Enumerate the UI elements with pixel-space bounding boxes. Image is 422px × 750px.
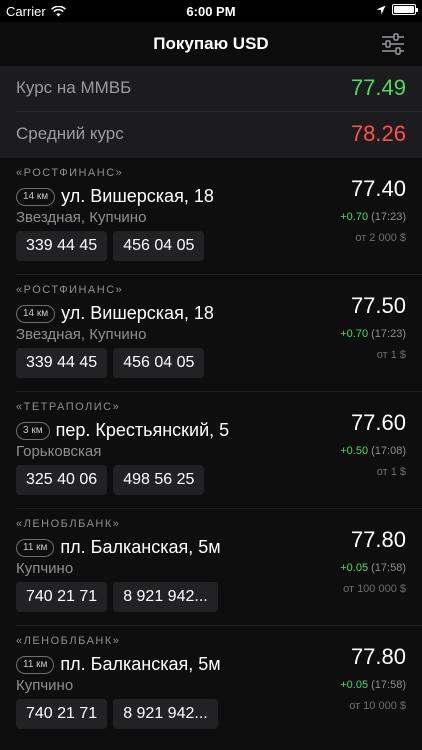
metro-stations: Звездная, Купчино xyxy=(16,209,147,226)
price-delta: +0.05 xyxy=(340,679,369,691)
location-arrow-icon xyxy=(376,5,386,14)
distance-badge: 14 км xyxy=(16,187,56,206)
sliders-icon xyxy=(382,33,404,55)
price-delta: +0.70 xyxy=(340,328,369,340)
update-time: (17:58) xyxy=(371,562,406,574)
phone-button[interactable]: 8 921 942... xyxy=(113,699,218,729)
offer-card[interactable]: «ТЕТРАПОЛИС» 3 км пер. Крестьянский, 5 Г… xyxy=(0,392,422,509)
address-text: ул. Вишерская, 18 xyxy=(61,186,214,206)
price-delta: +0.70 xyxy=(340,211,369,223)
rate-row-mmvb: Курс на ММВБ 77.49 xyxy=(0,66,422,112)
distance-badge: 11 км xyxy=(16,538,55,557)
price-delta: +0.50 xyxy=(340,445,369,457)
phone-button[interactable]: 456 04 05 xyxy=(113,348,205,378)
phone-button[interactable]: 740 21 71 xyxy=(16,699,108,729)
min-amount: от 1 $ xyxy=(376,466,406,478)
address-line: 3 км пер. Крестьянский, 5 xyxy=(16,420,229,441)
address-text: пл. Балканская, 5м xyxy=(60,537,221,557)
battery-level xyxy=(394,6,414,13)
metro-stations: Купчино xyxy=(16,560,74,577)
bank-name: «ТЕТРАПОЛИС» xyxy=(16,401,121,413)
phone-button[interactable]: 740 21 71 xyxy=(16,582,108,612)
price-change: +0.05 (17:58) xyxy=(340,562,406,574)
update-time: (17:58) xyxy=(371,679,406,691)
status-bar: Carrier 6:00 PM xyxy=(0,0,422,22)
distance-badge: 14 км xyxy=(16,304,56,323)
distance-badge: 11 км xyxy=(16,655,55,674)
address-line: 14 км ул. Вишерская, 18 xyxy=(16,303,214,324)
metro-stations: Купчино xyxy=(16,677,74,694)
bank-name: «РОСТФИНАНС» xyxy=(16,167,124,179)
bank-name: «ЛЕНОБЛБАНК» xyxy=(16,518,121,530)
address-line: 11 км пл. Балканская, 5м xyxy=(16,537,221,558)
phone-buttons: 740 21 71 8 921 942... xyxy=(16,582,218,612)
phone-buttons: 339 44 45 456 04 05 xyxy=(16,348,205,378)
page-title: Покупаю USD xyxy=(153,34,269,53)
phone-button[interactable]: 456 04 05 xyxy=(113,231,205,261)
price-change: +0.70 (17:23) xyxy=(340,328,406,340)
rate-label: Курс на ММВБ xyxy=(16,78,132,97)
rate-label: Средний курс xyxy=(16,124,124,143)
offer-price: 77.40 xyxy=(350,176,406,201)
min-amount: от 2 000 $ xyxy=(355,232,406,244)
update-time: (17:23) xyxy=(371,328,406,340)
price-change: +0.50 (17:08) xyxy=(340,445,406,457)
min-amount: от 10 000 $ xyxy=(349,700,406,712)
rate-value: 78.26 xyxy=(350,121,406,146)
phone-buttons: 325 40 06 498 56 25 xyxy=(16,465,205,495)
offer-price: 77.80 xyxy=(350,644,406,669)
offer-card[interactable]: «РОСТФИНАНС» 14 км ул. Вишерская, 18 Зве… xyxy=(0,275,422,392)
phone-button[interactable]: 498 56 25 xyxy=(113,465,205,495)
rate-row-average: Средний курс 78.26 xyxy=(0,112,422,158)
address-line: 14 км ул. Вишерская, 18 xyxy=(16,186,214,207)
offer-card[interactable]: «ЛЕНОБЛБАНК» 11 км пл. Балканская, 5м Ку… xyxy=(0,509,422,626)
phone-button[interactable]: 339 44 45 xyxy=(16,348,108,378)
battery-icon xyxy=(392,4,418,15)
bank-name: «ЛЕНОБЛБАНК» xyxy=(16,635,121,647)
address-text: пл. Балканская, 5м xyxy=(60,654,221,674)
offer-card[interactable]: «ЛЕНОБЛБАНК» 11 км пл. Балканская, 5м Ку… xyxy=(0,626,422,743)
address-text: пер. Крестьянский, 5 xyxy=(55,420,230,440)
filter-button[interactable] xyxy=(380,31,406,57)
price-change: +0.70 (17:23) xyxy=(340,211,406,223)
status-time: 6:00 PM xyxy=(186,4,236,19)
phone-button[interactable]: 339 44 45 xyxy=(16,231,108,261)
offer-price: 77.50 xyxy=(350,293,406,318)
rate-value: 77.49 xyxy=(350,75,406,100)
offer-price: 77.80 xyxy=(350,527,406,552)
distance-badge: 3 км xyxy=(16,421,50,440)
offer-card[interactable]: «РОСТФИНАНС» 14 км ул. Вишерская, 18 Зве… xyxy=(0,158,422,275)
address-text: ул. Вишерская, 18 xyxy=(61,303,214,323)
offer-price: 77.60 xyxy=(350,410,406,435)
price-delta: +0.05 xyxy=(340,562,369,574)
min-amount: от 100 000 $ xyxy=(343,583,406,595)
phone-button[interactable]: 8 921 942... xyxy=(113,582,218,612)
update-time: (17:08) xyxy=(371,445,406,457)
update-time: (17:23) xyxy=(371,211,406,223)
offers-list[interactable]: Курс на ММВБ 77.49 Средний курс 78.26 «Р… xyxy=(0,66,422,750)
phone-buttons: 740 21 71 8 921 942... xyxy=(16,699,218,729)
phone-button[interactable]: 325 40 06 xyxy=(16,465,108,495)
bank-name: «РОСТФИНАНС» xyxy=(16,284,124,296)
min-amount: от 1 $ xyxy=(376,349,406,361)
metro-stations: Звездная, Купчино xyxy=(16,326,147,343)
price-change: +0.05 (17:58) xyxy=(340,679,406,691)
metro-stations: Горьковская xyxy=(16,443,102,460)
status-right xyxy=(376,4,418,15)
address-line: 11 км пл. Балканская, 5м xyxy=(16,654,221,675)
phone-buttons: 339 44 45 456 04 05 xyxy=(16,231,205,261)
navigation-bar: Покупаю USD xyxy=(0,22,422,66)
